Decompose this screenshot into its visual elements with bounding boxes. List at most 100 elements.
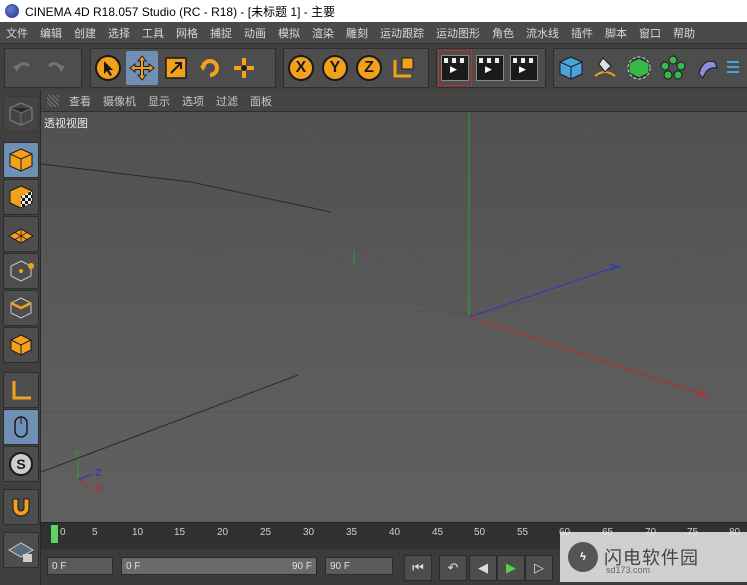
make-editable-button[interactable]	[3, 96, 39, 132]
timeline-tick: 50	[474, 527, 486, 538]
go-to-start-button[interactable]: ⏮	[404, 555, 432, 581]
x-axis-lock-button[interactable]: X	[285, 51, 317, 85]
render-view-button[interactable]	[438, 50, 472, 86]
cloner-button[interactable]	[657, 51, 689, 85]
timeline-tick: 5	[92, 527, 98, 538]
cloner-icon	[660, 55, 686, 80]
viewport-menu-display[interactable]: 显示	[148, 93, 170, 109]
timeline-tick: 45	[432, 527, 444, 538]
locked-workplane-icon	[8, 542, 34, 562]
next-frame-button[interactable]: ▷	[525, 555, 553, 581]
z-axis-lock-button[interactable]: Z	[353, 51, 385, 85]
menu-mograph[interactable]: 运动图形	[430, 25, 486, 41]
move-tool-button[interactable]	[126, 51, 158, 85]
deformer-button[interactable]	[691, 51, 723, 85]
undo-button[interactable]	[6, 51, 38, 85]
pen-spline-button[interactable]	[589, 51, 621, 85]
menu-motion-tracker[interactable]: 运动跟踪	[374, 25, 430, 41]
menu-window[interactable]: 窗口	[633, 25, 667, 41]
transform-icon	[234, 58, 254, 78]
grip-handle-icon[interactable]	[47, 94, 59, 107]
timeline-tick: 40	[389, 527, 401, 538]
y-axis-lock-button[interactable]: Y	[319, 51, 351, 85]
menu-sculpt[interactable]: 雕刻	[340, 25, 374, 41]
rotate-tool-button[interactable]	[194, 51, 226, 85]
world-coordinate-icon	[393, 57, 414, 78]
subdivision-surface-icon	[627, 56, 651, 80]
live-selection-button[interactable]	[92, 51, 124, 85]
points-mode-button[interactable]	[3, 253, 39, 289]
model-mode-button[interactable]	[3, 142, 39, 178]
coordinate-system-button[interactable]	[387, 51, 419, 85]
main-toolbar: X Y Z	[0, 44, 747, 91]
scene-button[interactable]	[725, 51, 739, 85]
render-view-icon	[441, 55, 469, 81]
max-frame-field[interactable]: 90 F	[325, 557, 393, 575]
menu-file[interactable]: 文件	[0, 25, 34, 41]
texture-mode-button[interactable]	[3, 179, 39, 215]
previous-key-button[interactable]: ↶	[439, 555, 467, 581]
menu-snap[interactable]: 捕捉	[204, 25, 238, 41]
play-icon: ▶	[506, 560, 516, 576]
undo-icon	[13, 62, 30, 72]
locked-workplane-button[interactable]	[3, 532, 39, 568]
menu-animate[interactable]: 动画	[238, 25, 272, 41]
tools-group	[90, 48, 276, 88]
menu-render[interactable]: 渲染	[306, 25, 340, 41]
redo-button[interactable]	[40, 51, 72, 85]
axis-indicator-y: Y	[74, 450, 81, 461]
axis-mode-icon	[12, 381, 31, 400]
render-picture-viewer-icon	[476, 55, 504, 81]
menu-help[interactable]: 帮助	[667, 25, 701, 41]
scale-tool-button[interactable]	[160, 51, 192, 85]
cube-icon	[559, 56, 583, 80]
timeline-tick: 0	[60, 527, 66, 538]
render-settings-button[interactable]	[508, 51, 540, 85]
perspective-viewport[interactable]: 透视视图 Y Z X	[41, 112, 747, 522]
polygons-mode-button[interactable]	[3, 327, 39, 363]
make-editable-icon	[9, 102, 33, 126]
edges-mode-button[interactable]	[3, 290, 39, 326]
current-frame-field[interactable]: 0 F	[47, 557, 113, 575]
move-icon	[129, 55, 155, 81]
cursor-select-icon	[95, 55, 121, 81]
menu-pipeline[interactable]: 流水线	[520, 25, 565, 41]
play-button[interactable]: ▶	[497, 555, 525, 581]
viewport-menu-panel[interactable]: 面板	[250, 93, 272, 109]
playhead[interactable]	[51, 525, 58, 543]
magnet-tool-button[interactable]	[3, 489, 39, 525]
menu-character[interactable]: 角色	[486, 25, 520, 41]
render-picture-viewer-button[interactable]	[474, 51, 506, 85]
viewport-menu-camera[interactable]: 摄像机	[103, 93, 136, 109]
menu-select[interactable]: 选择	[102, 25, 136, 41]
window-title: CINEMA 4D R18.057 Studio (RC - R18) - [未…	[25, 4, 336, 19]
previous-frame-button[interactable]: ◀	[469, 555, 497, 581]
frame-range-slider[interactable]: 0 F 90 F	[121, 557, 317, 575]
viewport-menu-filter[interactable]: 过滤	[216, 93, 238, 109]
menu-script[interactable]: 脚本	[599, 25, 633, 41]
menu-edit[interactable]: 编辑	[34, 25, 68, 41]
axis-mode-button[interactable]	[3, 372, 39, 408]
cinema4d-logo-icon	[5, 4, 19, 18]
menu-create[interactable]: 创建	[68, 25, 102, 41]
viewport-menu-options[interactable]: 选项	[182, 93, 204, 109]
create-objects-group	[553, 48, 747, 88]
model-mode-icon	[9, 148, 33, 172]
y-axis-icon: Y	[322, 55, 348, 81]
render-settings-icon	[510, 55, 538, 81]
transform-tool-button[interactable]	[228, 51, 260, 85]
viewport-menu-view[interactable]: 查看	[69, 93, 91, 109]
edges-mode-icon	[10, 297, 32, 319]
timeline-tick: 20	[217, 527, 229, 538]
cube-object-button[interactable]	[555, 51, 587, 85]
tweak-mode-button[interactable]	[3, 409, 39, 445]
z-axis-icon: Z	[356, 55, 382, 81]
workplane-mode-button[interactable]	[3, 216, 39, 252]
menu-tools[interactable]: 工具	[136, 25, 170, 41]
snap-button[interactable]: S	[3, 446, 39, 482]
menu-simulate[interactable]: 模拟	[272, 25, 306, 41]
menu-plugins[interactable]: 插件	[565, 25, 599, 41]
menu-mesh[interactable]: 网格	[170, 25, 204, 41]
axis-indicator-x: X	[95, 484, 102, 495]
subdivision-surface-button[interactable]	[623, 51, 655, 85]
